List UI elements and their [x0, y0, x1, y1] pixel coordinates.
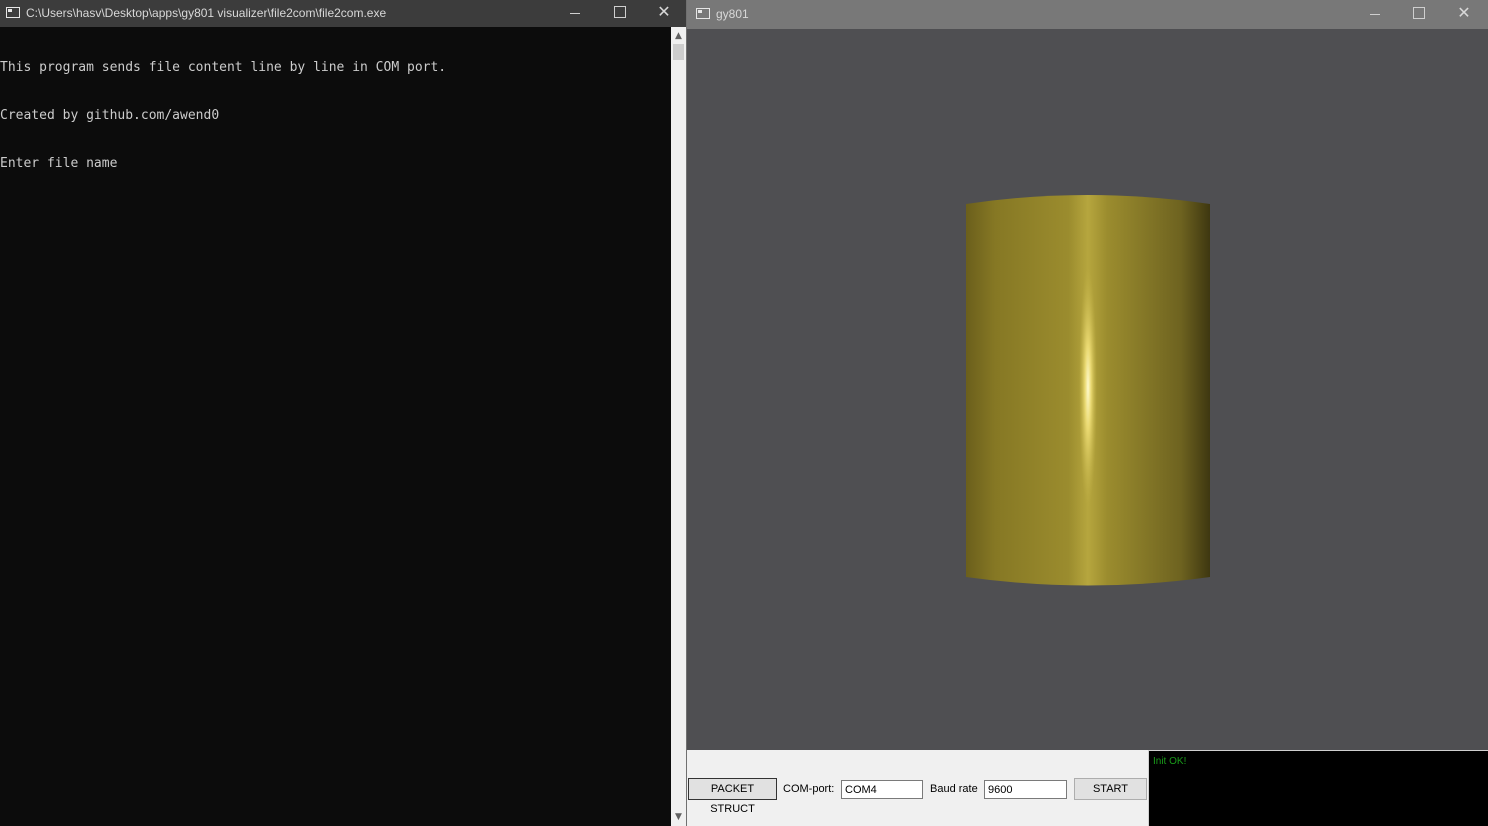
visualizer-window-title: gy801: [716, 7, 749, 21]
start-button[interactable]: START: [1074, 778, 1147, 800]
baud-rate-input[interactable]: 9600: [984, 780, 1067, 799]
scroll-down-icon[interactable]: ▼: [671, 810, 686, 824]
com-port-label: COM-port:: [783, 783, 835, 795]
console-scrollbar[interactable]: ▲ ▼: [671, 27, 686, 826]
scroll-up-icon[interactable]: ▲: [671, 29, 686, 43]
console-line: Enter file name: [0, 156, 118, 171]
3d-viewport[interactable]: [687, 29, 1488, 750]
control-panel: PACKET STRUCT COM-port: COM4 Baud rate 9…: [687, 750, 1148, 826]
console-line: This program sends file content line by …: [0, 60, 447, 75]
console-output[interactable]: This program sends file content line by …: [0, 27, 671, 826]
visualizer-titlebar[interactable]: gy801 ✕: [687, 0, 1488, 29]
packet-struct-button[interactable]: PACKET STRUCT: [688, 778, 777, 815]
com-port-input[interactable]: COM4: [841, 780, 923, 799]
visualizer-app-icon: [696, 8, 710, 19]
maximize-button[interactable]: [596, 0, 642, 27]
minimize-button[interactable]: [1351, 1, 1397, 28]
console-window-title: C:\Users\hasv\Desktop\apps\gy801 visuali…: [26, 6, 387, 20]
console-window: C:\Users\hasv\Desktop\apps\gy801 visuali…: [0, 0, 686, 826]
close-button[interactable]: ✕: [1441, 1, 1487, 28]
baud-rate-label: Baud rate: [930, 783, 978, 795]
console-titlebar[interactable]: C:\Users\hasv\Desktop\apps\gy801 visuali…: [0, 0, 686, 27]
cylinder-model: [966, 195, 1210, 586]
console-app-icon: [6, 7, 20, 18]
maximize-button[interactable]: [1395, 1, 1441, 28]
log-text: Init OK!: [1153, 756, 1187, 767]
visualizer-window: gy801 ✕ PACKET STRUCT COM-port: COM4 Bau…: [686, 0, 1488, 826]
minimize-button[interactable]: [551, 0, 597, 27]
cylinder-highlight: [1079, 267, 1097, 507]
scroll-thumb[interactable]: [673, 44, 684, 60]
close-button[interactable]: ✕: [641, 0, 687, 27]
log-panel: Init OK!: [1148, 750, 1488, 826]
console-line: Created by github.com/awend0: [0, 108, 220, 123]
